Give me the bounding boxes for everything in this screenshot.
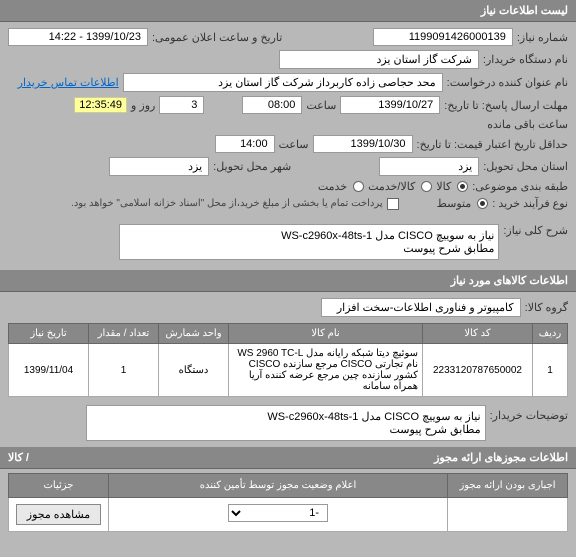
select-status[interactable]: -1 — [228, 504, 328, 522]
label-buyer-notes: توضیحات خریدار: — [490, 405, 568, 422]
by-goods-label: / کالا — [8, 451, 29, 464]
label-partial-note: پرداخت تمام یا بخشی از مبلغ خرید،از محل … — [71, 198, 383, 209]
section-goods-info: اطلاعات کالاهای مورد نیاز — [0, 270, 576, 292]
label-city: شهر محل تحویل: — [213, 160, 291, 173]
field-remain-time: 12:35:49 — [74, 97, 127, 113]
label-hour1: ساعت — [306, 99, 336, 112]
label-credit: حداقل تاریخ اعتبار قیمت: تا تاریخ: — [417, 138, 568, 151]
table-row[interactable]: 1 2233120787650002 سوئیچ دیتا شبکه رایان… — [9, 344, 568, 397]
td-code: 2233120787650002 — [423, 344, 533, 397]
label-goods: کالا — [436, 180, 451, 193]
label-service2: خدمت — [318, 180, 347, 193]
field-credit-date[interactable]: 1399/10/30 — [313, 135, 413, 153]
th-idx: ردیف — [533, 324, 568, 344]
textarea-general-desc[interactable]: نیاز به سوییچ CISCO مدل WS-c2960x-48ts-1… — [119, 224, 499, 260]
label-service: کالا/خدمت — [368, 180, 415, 193]
table-row: -1 مشاهده مجوز — [9, 498, 568, 532]
th-details: جزئیات — [9, 474, 109, 498]
view-permit-button[interactable]: مشاهده مجوز — [16, 504, 101, 525]
td-mandatory — [448, 498, 568, 532]
label-remaining: ساعت باقی مانده — [487, 118, 568, 131]
label-hour2: ساعت — [279, 138, 309, 151]
radio-medium[interactable] — [477, 198, 488, 209]
link-buyer-contact[interactable]: اطلاعات تماس خریدار — [18, 76, 119, 89]
field-deadline-days: 3 — [159, 96, 204, 114]
label-need-no: شماره نیاز: — [517, 31, 568, 44]
label-medium: متوسط — [437, 197, 472, 210]
td-date: 1399/11/04 — [9, 344, 89, 397]
th-status: اعلام وضعیت مجوز توسط تأمین کننده — [109, 474, 448, 498]
radio-service[interactable] — [421, 181, 432, 192]
field-deadline-date[interactable]: 1399/10/27 — [340, 96, 440, 114]
td-name: سوئیچ دیتا شبکه رایانه مدل WS 2960 TC-L … — [229, 344, 423, 397]
label-deadline: مهلت ارسال پاسخ: تا تاریخ: — [444, 99, 568, 112]
th-code: کد کالا — [423, 324, 533, 344]
td-idx: 1 — [533, 344, 568, 397]
label-requester: نام عنوان کننده درخواست: — [447, 76, 568, 89]
goods-table: ردیف کد کالا نام کالا واحد شمارش تعداد /… — [8, 323, 568, 397]
radio-service2[interactable] — [353, 181, 364, 192]
field-need-no[interactable]: 1199091426000139 — [373, 28, 513, 46]
th-qty: تعداد / مقدار — [89, 324, 159, 344]
field-buyer-device[interactable]: شرکت گاز استان یزد — [279, 50, 479, 69]
field-deadline-hour[interactable]: 08:00 — [242, 96, 302, 114]
attachments-label: اطلاعات مجوزهای ارائه مجوز — [434, 452, 568, 464]
th-unit: واحد شمارش — [159, 324, 229, 344]
label-announce: تاریخ و ساعت اعلان عمومی: — [152, 31, 282, 44]
section-attachments: اطلاعات مجوزهای ارائه مجوز / کالا — [0, 447, 576, 469]
label-province: استان محل تحویل: — [483, 160, 568, 173]
checkbox-partial[interactable] — [387, 198, 399, 210]
label-process-type: نوع فرآیند خرید : — [492, 197, 568, 210]
td-status: -1 — [109, 498, 448, 532]
th-mandatory: اجباری بودن ارائه مجوز — [448, 474, 568, 498]
field-province[interactable]: یزد — [379, 157, 479, 176]
label-general-desc: شرح کلی نیاز: — [503, 220, 568, 237]
label-buyer-device: نام دستگاه خریدار: — [483, 53, 568, 66]
field-requester[interactable]: محد حجاصی زاده کاربرداز شرکت گاز استان ی… — [123, 73, 443, 92]
permits-table: اجباری بودن ارائه مجوز اعلام وضعیت مجوز … — [8, 473, 568, 532]
td-qty: 1 — [89, 344, 159, 397]
radio-goods[interactable] — [457, 181, 468, 192]
field-goods-group[interactable]: کامپیوتر و فناوری اطلاعات-سخت افزار — [321, 298, 521, 317]
field-credit-hour[interactable]: 14:00 — [215, 135, 275, 153]
th-date: تاریخ نیاز — [9, 324, 89, 344]
label-goods-group: گروه کالا: — [525, 301, 568, 314]
td-details: مشاهده مجوز — [9, 498, 109, 532]
label-grouping: طبقه بندی موضوعی: — [472, 180, 568, 193]
field-city[interactable]: یزد — [109, 157, 209, 176]
th-name: نام کالا — [229, 324, 423, 344]
field-announce[interactable]: 1399/10/23 - 14:22 — [8, 28, 148, 46]
textarea-buyer-notes[interactable]: نیاز به سوییچ CISCO مدل WS-c2960x-48ts-1… — [86, 405, 486, 441]
section-listing: لیست اطلاعات نیاز — [0, 0, 576, 22]
td-unit: دستگاه — [159, 344, 229, 397]
label-day: روز و — [131, 99, 155, 112]
